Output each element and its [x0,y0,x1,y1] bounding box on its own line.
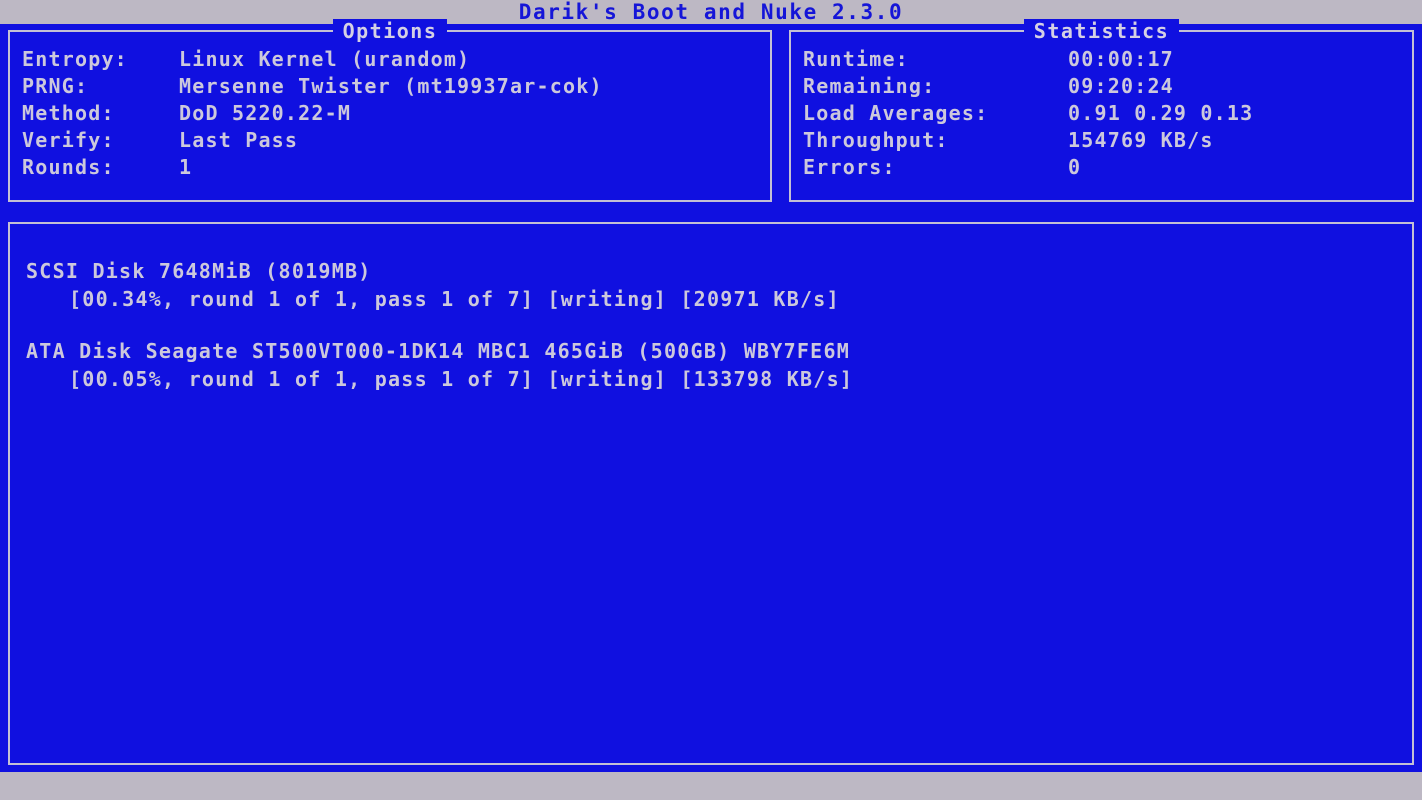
options-panel: Options Entropy: Linux Kernel (urandom) … [8,19,772,202]
stat-label-errors: Errors: [803,155,896,179]
stat-row-runtime: Runtime: 00:00:17 [803,46,1406,73]
stat-value-throughput: 154769 KB/s [1068,128,1214,152]
statistics-list: Runtime: 00:00:17 Remaining: 09:20:24 Lo… [803,46,1406,181]
disk-entry-name: ATA Disk Seagate ST500VT000-1DK14 MBC1 4… [26,339,851,363]
disk-log-list: SCSI Disk 7648MiB (8019MB) [00.34%, roun… [26,257,1404,393]
app-title: Darik's Boot and Nuke 2.3.0 [518,0,904,24]
option-value-entropy: Linux Kernel (urandom) [179,47,471,71]
stat-value-load-averages: 0.91 0.29 0.13 [1068,101,1254,125]
option-label-method: Method: [22,101,115,125]
option-value-verify: Last Pass [179,128,299,152]
stat-row-load-averages: Load Averages: 0.91 0.29 0.13 [803,100,1406,127]
option-row-entropy: Entropy: Linux Kernel (urandom) [22,46,764,73]
stat-row-remaining: Remaining: 09:20:24 [803,73,1406,100]
disk-entry-status: [00.05%, round 1 of 1, pass 1 of 7] [wri… [69,367,854,391]
option-row-rounds: Rounds: 1 [22,154,764,181]
option-value-method: DoD 5220.22-M [179,101,352,125]
option-label-prng: PRNG: [22,74,89,98]
option-value-rounds: 1 [179,155,193,179]
log-spacer [26,313,1404,337]
options-list: Entropy: Linux Kernel (urandom) PRNG: Me… [22,46,764,181]
option-label-entropy: Entropy: [22,47,128,71]
stat-label-remaining: Remaining: [803,74,936,98]
statistics-panel: Statistics Runtime: 00:00:17 Remaining: … [789,19,1414,202]
option-label-rounds: Rounds: [22,155,115,179]
dban-screen: Darik's Boot and Nuke 2.3.0 Options Entr… [0,0,1422,800]
option-label-verify: Verify: [22,128,115,152]
stat-row-errors: Errors: 0 [803,154,1406,181]
option-row-method: Method: DoD 5220.22-M [22,100,764,127]
stat-row-throughput: Throughput: 154769 KB/s [803,127,1406,154]
disk-entry-status: [00.34%, round 1 of 1, pass 1 of 7] [wri… [69,287,840,311]
option-row-prng: PRNG: Mersenne Twister (mt19937ar-cok) [22,73,764,100]
status-bar [0,772,1422,800]
stat-label-runtime: Runtime: [803,47,909,71]
option-row-verify: Verify: Last Pass [22,127,764,154]
stat-value-runtime: 00:00:17 [1068,47,1174,71]
stat-value-errors: 0 [1068,155,1082,179]
stat-label-throughput: Throughput: [803,128,949,152]
disk-log-panel: SCSI Disk 7648MiB (8019MB) [00.34%, roun… [8,222,1414,765]
title-bar: Darik's Boot and Nuke 2.3.0 [0,0,1422,24]
disk-entry-name: SCSI Disk 7648MiB (8019MB) [26,259,372,283]
stat-value-remaining: 09:20:24 [1068,74,1174,98]
option-value-prng: Mersenne Twister (mt19937ar-cok) [179,74,603,98]
stat-label-load-averages: Load Averages: [803,101,989,125]
